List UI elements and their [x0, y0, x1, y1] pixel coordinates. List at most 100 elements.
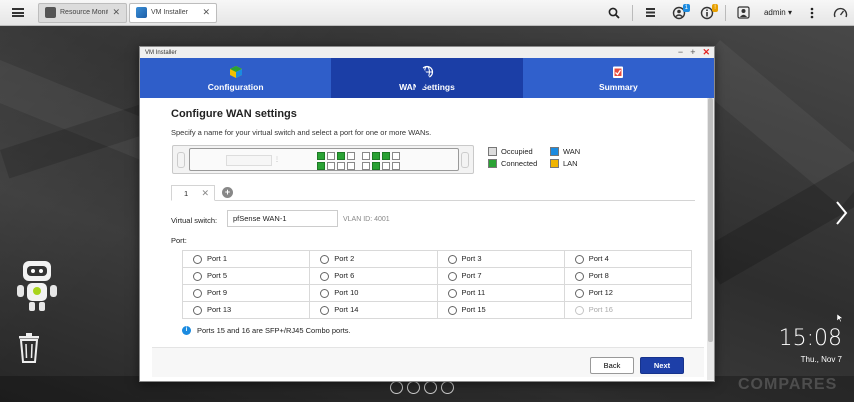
radio-button[interactable]	[447, 288, 457, 298]
radio-button[interactable]	[193, 271, 202, 281]
switch-port-cell[interactable]	[382, 162, 390, 170]
user-button[interactable]	[730, 0, 758, 26]
scrollbar-thumb[interactable]	[708, 98, 713, 342]
port-option[interactable]: Port 14	[309, 301, 438, 319]
search-button[interactable]	[600, 0, 628, 26]
next-button[interactable]: Next	[640, 357, 684, 374]
port-option[interactable]: Port 8	[563, 267, 693, 285]
port-legend: Occupied WAN Connected LAN	[488, 147, 590, 168]
back-button[interactable]: Back	[590, 357, 634, 374]
switch-port-cell[interactable]	[317, 152, 325, 160]
radio-button[interactable]	[193, 254, 202, 264]
connected-swatch	[488, 159, 497, 168]
radio-button	[574, 305, 584, 315]
port-option[interactable]: Port 7	[436, 267, 565, 285]
radio-button[interactable]	[574, 271, 584, 281]
more-vertical-icon	[810, 7, 814, 18]
port-option[interactable]: Port 1	[181, 250, 311, 268]
clipboard-icon	[613, 66, 624, 78]
radio-button[interactable]	[447, 271, 457, 281]
switch-port-cell[interactable]	[362, 152, 370, 160]
info-icon: i	[182, 326, 191, 335]
add-wan-button[interactable]: +	[222, 187, 233, 198]
event-notifications-button[interactable]: !	[693, 0, 721, 26]
radio-button[interactable]	[447, 254, 457, 264]
port-option[interactable]: Port 4	[563, 250, 693, 268]
virtual-switch-label: Virtual switch:	[171, 216, 218, 225]
close-icon[interactable]: ✕	[112, 7, 120, 18]
port-option[interactable]: Port 5	[181, 267, 311, 285]
radio-button[interactable]	[193, 288, 202, 298]
background-tasks-button[interactable]	[637, 0, 665, 26]
chevron-right-icon[interactable]	[834, 200, 848, 226]
switch-port-cell[interactable]	[372, 152, 380, 160]
switch-port-cell[interactable]	[327, 152, 335, 160]
port-option[interactable]: Port 13	[181, 301, 311, 319]
radio-button[interactable]	[574, 288, 584, 298]
port-option[interactable]: Port 10	[309, 284, 438, 302]
switch-port-cell[interactable]	[347, 162, 355, 170]
switch-port-cell[interactable]	[392, 152, 400, 160]
port-option[interactable]: Port 15	[436, 301, 565, 319]
port-option[interactable]: Port 6	[309, 267, 438, 285]
port-option-label: Port 8	[588, 271, 609, 281]
tab-vm-installer[interactable]: VM Installer ✕	[129, 2, 217, 23]
tab-resource-monitor[interactable]: Resource Monit... ✕	[38, 2, 127, 23]
radio-button[interactable]	[447, 305, 457, 315]
switch-port-cell[interactable]	[337, 152, 345, 160]
switch-port-cell[interactable]	[362, 162, 370, 170]
robot-assistant-icon[interactable]	[14, 258, 60, 314]
dock-app-icon[interactable]	[441, 381, 454, 394]
wan-tab-1[interactable]: 1 ✕	[171, 185, 215, 201]
notifications-button[interactable]: 1	[665, 0, 693, 26]
close-icon[interactable]: ✕	[202, 7, 210, 18]
port-option[interactable]: Port 9	[181, 284, 311, 302]
notification-badge: 1	[682, 3, 690, 12]
dock-app-icon[interactable]	[390, 381, 403, 394]
legend-wan: WAN	[563, 147, 581, 156]
minimize-icon[interactable]: −	[678, 48, 683, 57]
port-option-label: Port 15	[461, 305, 486, 315]
radio-button[interactable]	[320, 305, 330, 315]
maximize-icon[interactable]: +	[690, 48, 695, 57]
switch-port-cell[interactable]	[347, 152, 355, 160]
legend-connected: Connected	[501, 159, 538, 168]
port-option-label: Port 14	[334, 305, 359, 315]
port-option-label: Port 2	[334, 254, 355, 264]
table-row: Port 13 Port 14 Port 15 Port 16	[181, 301, 693, 319]
close-icon[interactable]: ✕	[702, 48, 710, 57]
trash-icon[interactable]	[16, 332, 42, 364]
close-icon[interactable]: ✕	[201, 188, 209, 199]
tab-label: Resource Monit...	[60, 9, 108, 16]
dock-app-icon[interactable]	[424, 381, 437, 394]
switch-port-cell[interactable]	[327, 162, 335, 170]
port-option[interactable]: Port 3	[436, 250, 565, 268]
port-option[interactable]: Port 2	[309, 250, 438, 268]
dashboard-button[interactable]	[826, 0, 854, 26]
switch-port-cell[interactable]	[337, 162, 345, 170]
dock-app-icon[interactable]	[407, 381, 420, 394]
user-menu[interactable]: admin ▾	[758, 8, 798, 17]
table-row: Port 9 Port 10 Port 11 Port 12	[181, 284, 693, 302]
radio-button[interactable]	[574, 254, 584, 264]
switch-port-cell[interactable]	[372, 162, 380, 170]
virtual-switch-input[interactable]	[227, 210, 338, 227]
switch-faceplate: ⋮	[189, 148, 459, 171]
port-option[interactable]: Port 11	[436, 284, 565, 302]
page-title: Configure WAN settings	[171, 108, 297, 120]
wan-tab-label: 1	[184, 188, 189, 198]
port-option[interactable]: Port 12	[563, 284, 693, 302]
plus-icon: +	[224, 187, 231, 197]
radio-button[interactable]	[320, 254, 330, 264]
radio-button[interactable]	[193, 305, 202, 315]
vlan-id: VLAN ID: 4001	[343, 216, 390, 223]
radio-button[interactable]	[320, 288, 330, 298]
switch-port-cell[interactable]	[382, 152, 390, 160]
switch-port-cell[interactable]	[392, 162, 400, 170]
cube-icon	[229, 65, 242, 78]
switch-port-cell[interactable]	[317, 162, 325, 170]
more-options-button[interactable]	[798, 0, 826, 26]
main-menu-button[interactable]	[0, 0, 36, 26]
window-titlebar[interactable]: VM Installer − + ✕	[140, 47, 714, 58]
radio-button[interactable]	[320, 271, 330, 281]
